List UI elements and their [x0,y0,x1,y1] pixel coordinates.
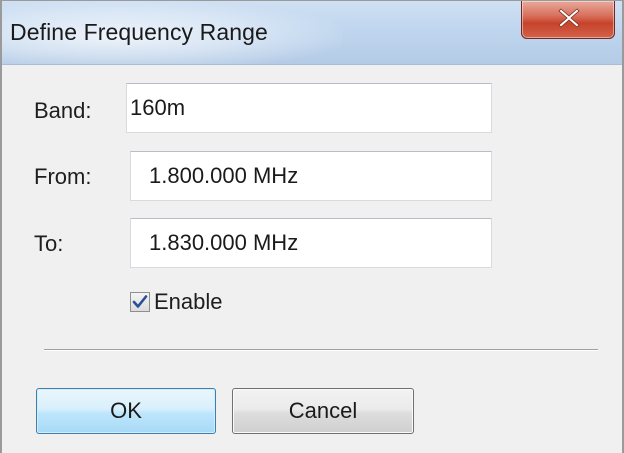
dialog-window: Define Frequency Range Band: 160m From: … [0,0,624,453]
title-bar[interactable]: Define Frequency Range [2,1,622,65]
close-button[interactable] [521,1,615,39]
from-input[interactable]: 1.800.000 MHz [130,151,492,201]
band-label: Band: [34,98,92,123]
band-input[interactable]: 160m [126,83,492,133]
ok-button[interactable]: OK [36,388,216,434]
to-label: To: [34,231,64,256]
to-input-value: 1.830.000 MHz [149,230,299,255]
close-icon [558,8,580,28]
enable-label[interactable]: Enable [154,289,223,315]
window-title: Define Frequency Range [10,19,268,45]
to-input[interactable]: 1.830.000 MHz [130,218,492,268]
ok-button-label: OK [110,398,142,423]
dialog-client-area: Band: 160m From: 1.800.000 MHz To: 1.830… [2,65,622,453]
from-label: From: [34,164,92,189]
cancel-button[interactable]: Cancel [232,388,414,434]
from-input-value: 1.800.000 MHz [149,163,299,188]
cancel-button-label: Cancel [288,398,358,423]
checkmark-icon [132,295,148,308]
band-input-value: 160m [130,95,186,120]
enable-checkbox[interactable] [130,292,150,312]
separator [44,349,598,351]
